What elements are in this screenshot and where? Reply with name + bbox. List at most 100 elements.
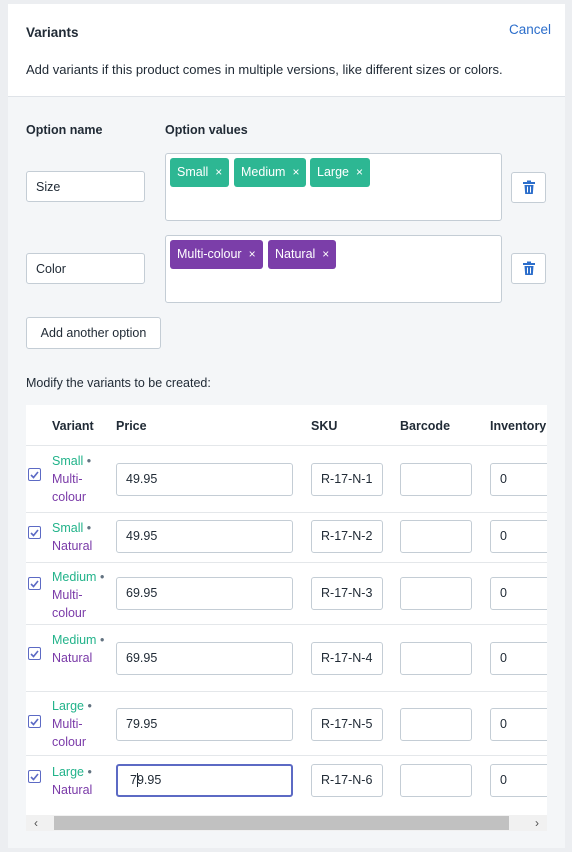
variant-name: Large • Natural [52,763,106,799]
inventory-input[interactable]: 0 [490,463,547,496]
price-input[interactable]: 49.95 [116,463,293,496]
barcode-input[interactable] [400,520,472,553]
option-values-label: Option values [165,123,248,137]
table-row: Large • Natural 79.95 R-17-N-6 0 [26,755,547,815]
remove-tag-icon[interactable]: × [356,165,363,179]
variant-checkbox[interactable] [28,577,41,590]
option-value-tag: Small × [170,158,230,187]
delete-option-button-color[interactable] [511,253,546,284]
inventory-input[interactable]: 0 [490,642,547,675]
option-values-box-color[interactable]: Multi-colour × Natural × [165,235,502,303]
trash-icon [522,180,535,194]
variant-separator: • [99,570,105,584]
option-value-tag: Large × [310,158,370,187]
remove-tag-icon[interactable]: × [322,247,329,261]
barcode-input[interactable] [400,463,472,496]
checkmark-icon [30,649,39,658]
price-input[interactable]: 69.95 [116,642,293,675]
variants-card: Variants Cancel Add variants if this pro… [8,4,565,848]
variant-separator: • [87,765,92,779]
table-row: Large • Multi-colour 79.95 R-17-N-5 0 [26,691,547,756]
variant-color: Natural [52,539,93,553]
table-row: Small • Multi-colour 49.95 R-17-N-1 0 [26,445,547,513]
variant-checkbox[interactable] [28,647,41,660]
option-value-tag: Natural × [268,240,337,269]
price-input-focused[interactable]: 79.95 [116,764,293,797]
sku-input[interactable]: R-17-N-6 [311,764,383,797]
horizontal-scrollbar[interactable]: ‹ › [26,815,547,831]
variants-intro: Modify the variants to be created: [26,376,211,390]
variant-color: Natural [52,651,93,665]
checkmark-icon [30,717,39,726]
checkmark-icon [30,772,39,781]
trash-icon [522,261,535,275]
variant-size: Medium [52,633,97,647]
inventory-input[interactable]: 0 [490,577,547,610]
price-value-end: 9.95 [136,773,162,787]
variant-separator: • [87,699,92,713]
variant-checkbox[interactable] [28,715,41,728]
card-header: Variants Cancel Add variants if this pro… [8,4,565,97]
variant-separator: • [86,521,92,535]
inventory-input[interactable]: 0 [490,708,547,741]
variant-size: Small [52,521,84,535]
variant-name: Large • Multi-colour [52,697,106,751]
column-header-barcode: Barcode [400,419,451,433]
variant-color: Multi-colour [52,472,87,504]
column-header-price: Price [116,419,147,433]
sku-input[interactable]: R-17-N-2 [311,520,383,553]
variant-separator: • [99,633,105,647]
price-input[interactable]: 49.95 [116,520,293,553]
scroll-left-arrow-icon[interactable]: ‹ [28,815,44,831]
barcode-input[interactable] [400,708,472,741]
option-name-input-color[interactable] [26,253,145,284]
scroll-right-arrow-icon[interactable]: › [529,815,545,831]
checkmark-icon [30,470,39,479]
variant-checkbox[interactable] [28,770,41,783]
tag-label: Natural [275,247,316,261]
variant-color: Multi-colour [52,588,87,620]
remove-tag-icon[interactable]: × [215,165,222,179]
variant-name: Small • Multi-colour [52,452,106,506]
sku-input[interactable]: R-17-N-1 [311,463,383,496]
table-row: Medium • Natural 69.95 R-17-N-4 0 [26,624,547,692]
checkmark-icon [30,579,39,588]
sku-input[interactable]: R-17-N-5 [311,708,383,741]
cancel-link[interactable]: Cancel [509,22,551,37]
option-values-box-size[interactable]: Small × Medium × Large × [165,153,502,221]
delete-option-button-size[interactable] [511,172,546,203]
variant-size: Large [52,765,84,779]
variant-checkbox[interactable] [28,526,41,539]
card-title: Variants [26,25,79,40]
column-header-inventory: Inventory [490,419,547,433]
table-row: Small • Natural 49.95 R-17-N-2 0 [26,512,547,563]
sku-input[interactable]: R-17-N-3 [311,577,383,610]
card-description: Add variants if this product comes in mu… [26,62,503,77]
variant-name: Medium • Multi-colour [52,568,106,622]
variant-checkbox[interactable] [28,468,41,481]
inventory-input[interactable]: 0 [490,764,547,797]
scrollbar-thumb[interactable] [54,816,509,830]
variant-color: Multi-colour [52,717,87,749]
remove-tag-icon[interactable]: × [292,165,299,179]
price-value-start: 7 [130,773,137,787]
sku-input[interactable]: R-17-N-4 [311,642,383,675]
tag-label: Multi-colour [177,247,242,261]
inventory-input[interactable]: 0 [490,520,547,553]
option-name-input-size[interactable] [26,171,145,202]
barcode-input[interactable] [400,764,472,797]
barcode-input[interactable] [400,642,472,675]
variant-size: Medium [52,570,97,584]
variant-name: Small • Natural [52,519,106,555]
remove-tag-icon[interactable]: × [249,247,256,261]
variant-size: Large [52,699,84,713]
barcode-input[interactable] [400,577,472,610]
add-another-option-button[interactable]: Add another option [26,317,161,349]
tag-label: Small [177,165,209,179]
column-header-sku: SKU [311,419,338,433]
checkmark-icon [30,528,39,537]
price-input[interactable]: 79.95 [116,708,293,741]
price-input[interactable]: 69.95 [116,577,293,610]
variant-size: Small [52,454,84,468]
option-name-label: Option name [26,123,103,137]
